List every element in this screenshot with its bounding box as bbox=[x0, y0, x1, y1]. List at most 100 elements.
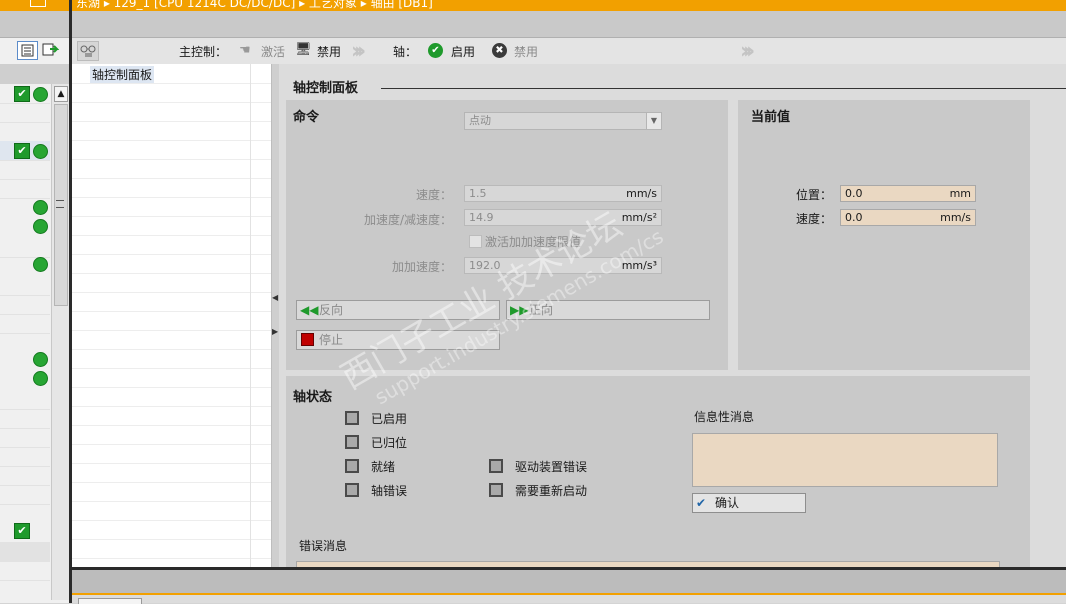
current-speed-label: 速度： bbox=[795, 212, 832, 226]
speed-unit: mm/s bbox=[626, 187, 657, 200]
activate-button[interactable]: 激活 bbox=[261, 43, 285, 60]
main-control-label: 主控制： bbox=[179, 45, 228, 59]
check-icon: ✔ bbox=[14, 523, 30, 539]
page-title: 轴控制面板 bbox=[293, 81, 359, 96]
status-restart-required: 需要重新启动 bbox=[515, 484, 588, 498]
mode-select[interactable]: 点动 ▼ bbox=[464, 112, 662, 130]
jerk-limit-label: 激活加加速度限值 bbox=[485, 235, 582, 249]
jerk-label: 加加速度： bbox=[391, 260, 452, 274]
info-message-label: 信息性消息 bbox=[694, 410, 755, 424]
jerk-unit: mm/s³ bbox=[621, 259, 657, 272]
current-speed-value: 0.0 bbox=[845, 211, 863, 224]
title-rule bbox=[381, 88, 1066, 89]
glasses-icon[interactable] bbox=[77, 41, 99, 61]
reverse-button[interactable]: ◀◀ 反向 bbox=[296, 300, 500, 320]
status-axis-error: 轴错误 bbox=[371, 484, 408, 498]
status-led bbox=[345, 435, 359, 449]
status-ok-icon bbox=[33, 352, 48, 367]
status-ok-icon bbox=[33, 200, 48, 215]
status-led bbox=[489, 459, 503, 473]
status-enabled: 已启用 bbox=[371, 412, 408, 426]
status-led bbox=[345, 411, 359, 425]
stop-label: 停止 bbox=[319, 333, 344, 347]
status-ok-icon bbox=[33, 144, 48, 159]
list-view-icon[interactable] bbox=[17, 41, 38, 60]
confirm-label: 确认 bbox=[715, 496, 740, 510]
enable-button[interactable]: 启用 bbox=[451, 43, 475, 60]
toolbar: 主控制： ☚ 激活 🖥 禁用 ››› 轴： ✔ 启用 ✖ 禁用 ››› bbox=[72, 38, 1066, 65]
jerk-limit-checkbox[interactable] bbox=[469, 235, 482, 248]
accel-value: 14.9 bbox=[469, 211, 494, 224]
confirm-check-icon: ✔ bbox=[696, 496, 707, 510]
tree-column-divider bbox=[250, 64, 251, 567]
window-icon bbox=[30, 0, 46, 7]
expand-right-icon[interactable]: ▶ bbox=[272, 328, 279, 336]
command-header: 命令 bbox=[293, 110, 320, 125]
chevron-right-icon: ››› bbox=[351, 39, 366, 64]
double-left-arrow-icon: ◀◀ bbox=[300, 303, 319, 317]
status-homed: 已归位 bbox=[371, 436, 408, 450]
current-values-section bbox=[738, 100, 1030, 370]
check-icon: ✔ bbox=[14, 86, 30, 102]
status-drive-error: 驱动装置错误 bbox=[515, 460, 588, 474]
tree-item-axis-control-panel[interactable]: 轴控制面板 bbox=[90, 66, 155, 83]
disable-button[interactable]: 禁用 bbox=[317, 43, 341, 60]
chevron-down-icon[interactable]: ▼ bbox=[646, 113, 661, 129]
disable-x-icon: ✖ bbox=[492, 43, 507, 58]
bottom-strip bbox=[72, 595, 1066, 603]
status-ok-icon bbox=[33, 257, 48, 272]
position-value: 0.0 bbox=[845, 187, 863, 200]
jerk-value: 192.0 bbox=[469, 259, 501, 272]
forward-label: 正向 bbox=[529, 303, 554, 317]
pc-icon: 🖥 bbox=[295, 42, 312, 57]
scroll-up-icon[interactable]: ▲ bbox=[54, 86, 68, 102]
position-field: 0.0 mm bbox=[840, 185, 976, 202]
bottom-tab[interactable] bbox=[78, 598, 142, 604]
reverse-label: 反向 bbox=[319, 303, 344, 317]
bottom-panel-bar bbox=[72, 567, 1066, 595]
status-led bbox=[345, 483, 359, 497]
forward-button[interactable]: ▶▶ 正向 bbox=[506, 300, 710, 320]
accel-field[interactable]: 14.9 mm/s² bbox=[464, 209, 662, 226]
breadcrumb: 东湖 ▸ 129_1 [CPU 1214C DC/DC/DC] ▸ 工艺对象 ▸… bbox=[76, 0, 433, 10]
left-tree-header bbox=[0, 64, 69, 84]
check-icon: ✔ bbox=[14, 143, 30, 159]
current-header: 当前值 bbox=[751, 110, 791, 125]
accel-label: 加速度/减速度： bbox=[363, 213, 452, 227]
left-scrollbar[interactable]: ▲ bbox=[51, 84, 69, 600]
hand-icon: ☚ bbox=[239, 43, 251, 58]
status-ok-icon bbox=[33, 87, 48, 102]
status-ok-icon bbox=[33, 219, 48, 234]
title-bar: 东湖 ▸ 129_1 [CPU 1214C DC/DC/DC] ▸ 工艺对象 ▸… bbox=[0, 0, 1066, 11]
left-header-band bbox=[0, 11, 69, 38]
collapse-left-icon[interactable]: ◀ bbox=[272, 294, 279, 302]
chevron-right-icon: ››› bbox=[740, 39, 755, 64]
export-icon[interactable] bbox=[41, 41, 60, 58]
info-message-box bbox=[692, 433, 998, 487]
axis-label: 轴： bbox=[393, 45, 418, 59]
status-led bbox=[489, 483, 503, 497]
confirm-button[interactable]: ✔ 确认 bbox=[692, 493, 806, 513]
grip-icon bbox=[56, 200, 64, 208]
status-led bbox=[345, 459, 359, 473]
position-unit: mm bbox=[949, 187, 971, 200]
speed-label: 速度： bbox=[415, 188, 452, 202]
axis-disable-button[interactable]: 禁用 bbox=[514, 43, 538, 60]
stop-icon bbox=[301, 333, 314, 346]
speed-field[interactable]: 1.5 mm/s bbox=[464, 185, 662, 202]
mode-value: 点动 bbox=[469, 114, 491, 127]
error-message-label: 错误消息 bbox=[299, 539, 348, 553]
status-ready: 就绪 bbox=[371, 460, 396, 474]
double-right-arrow-icon: ▶▶ bbox=[510, 303, 529, 317]
stop-button[interactable]: 停止 bbox=[296, 330, 500, 350]
editor-header-band bbox=[72, 11, 1066, 38]
jerk-field[interactable]: 192.0 mm/s³ bbox=[464, 257, 662, 274]
position-label: 位置： bbox=[795, 188, 832, 202]
current-speed-field: 0.0 mm/s bbox=[840, 209, 976, 226]
status-ok-icon bbox=[33, 371, 48, 386]
speed-value: 1.5 bbox=[469, 187, 487, 200]
current-speed-unit: mm/s bbox=[940, 211, 971, 224]
enable-check-icon: ✔ bbox=[428, 43, 443, 58]
accel-unit: mm/s² bbox=[621, 211, 657, 224]
status-header: 轴状态 bbox=[293, 390, 333, 405]
